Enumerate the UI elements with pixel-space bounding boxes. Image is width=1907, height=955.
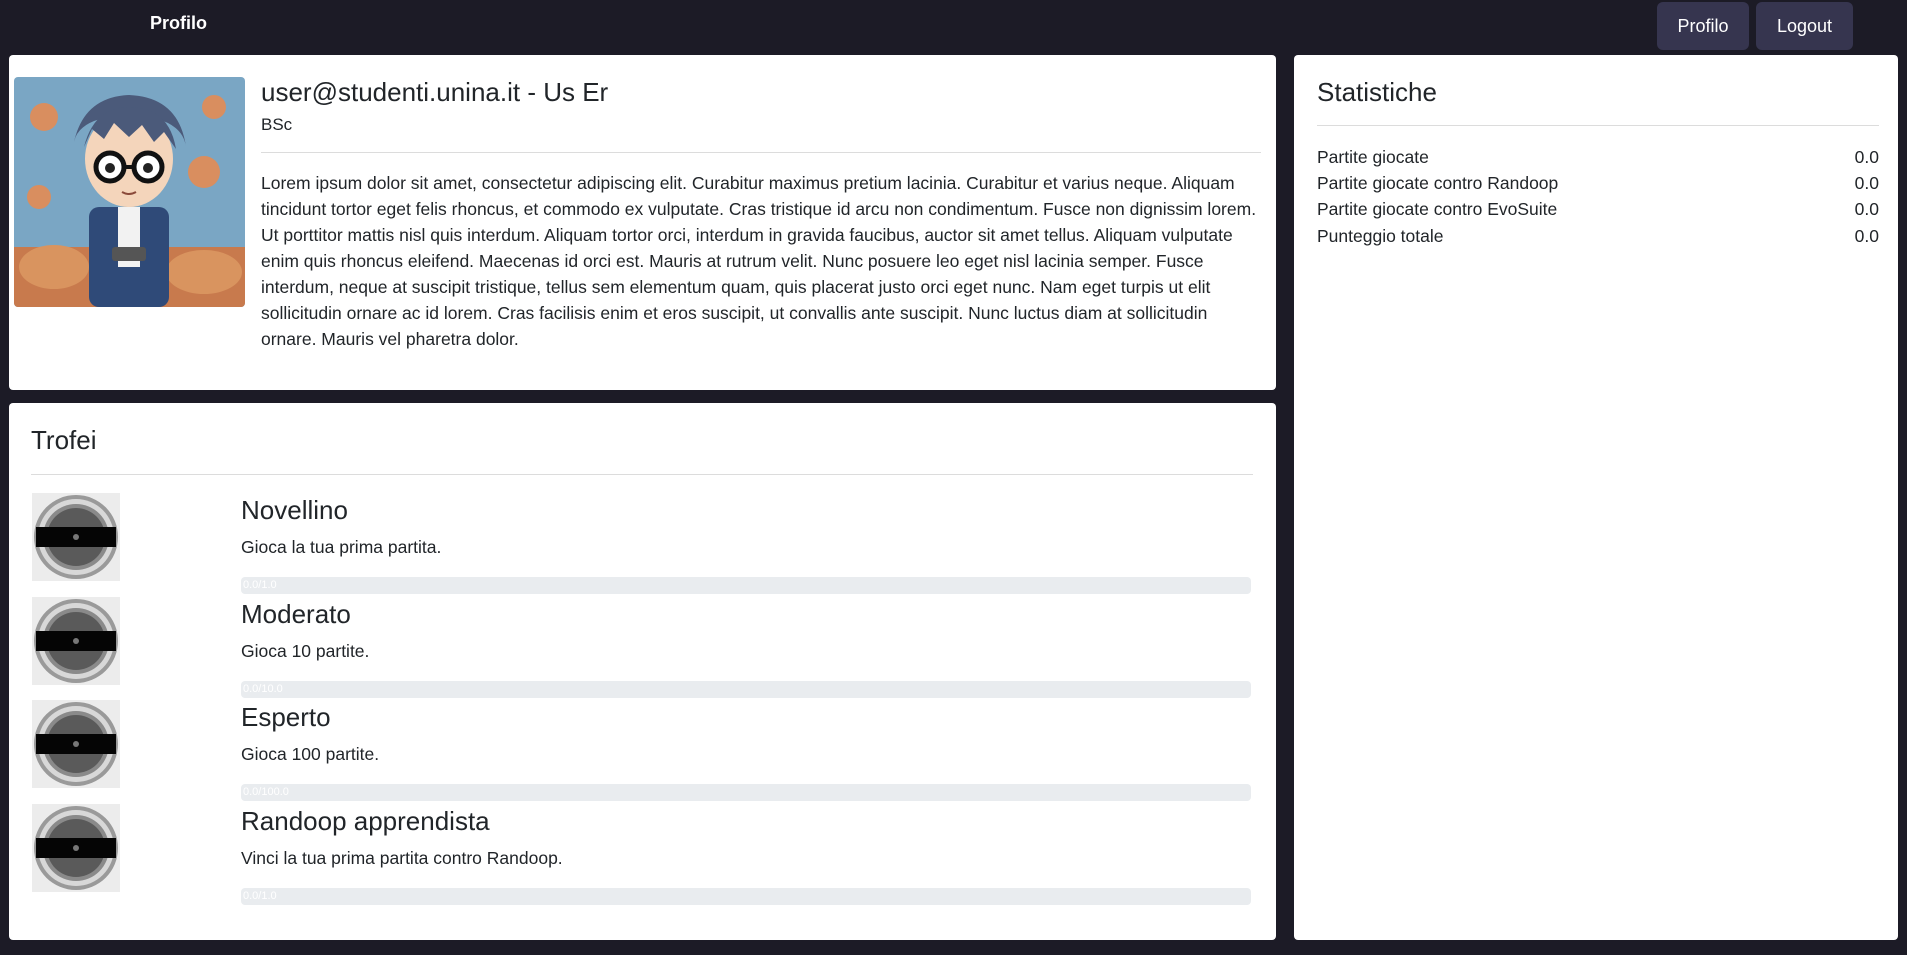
medal-icon [32,700,120,788]
stat-label: Partite giocate contro EvoSuite [1317,199,1558,219]
stat-label: Partite giocate [1317,147,1429,167]
navbar-brand[interactable]: Profilo [150,13,207,34]
user-title: user@studenti.unina.it - Us Er [261,77,609,107]
stats-title: Statistiche [1317,77,1437,107]
trophy-name: Novellino [241,495,348,525]
profile-button[interactable]: Profilo [1657,2,1749,50]
stat-row: Punteggio totale 0.0 [1317,226,1879,247]
trophy-item: Randoop apprendista Vinci la tua prima pa… [32,804,1262,908]
trophy-progress-bar: 0.0/1.0 [241,888,1251,905]
trophy-progress-label: 0.0/10.0 [243,683,283,695]
trophies-divider [31,474,1253,475]
trophy-progress-label: 0.0/1.0 [243,890,277,902]
stat-row: Partite giocate 0.0 [1317,147,1879,168]
logout-button[interactable]: Logout [1756,2,1853,50]
stat-value: 0.0 [1854,147,1879,167]
trophy-description: Vinci la tua prima partita contro Randoo… [241,848,563,868]
profile-divider [261,152,1261,153]
user-degree: BSc [261,115,293,134]
trophies-title: Trofei [31,425,97,455]
trophy-name: Moderato [241,599,351,629]
stat-value: 0.0 [1854,199,1879,219]
medal-icon [32,804,120,892]
stats-card: Statistiche Partite giocate 0.0 Partite … [1294,55,1898,940]
trophy-progress-bar: 0.0/10.0 [241,681,1251,698]
medal-icon [32,597,120,685]
user-bio: Lorem ipsum dolor sit amet, consectetur … [261,173,1257,349]
stat-value: 0.0 [1854,226,1879,246]
stat-value: 0.0 [1854,173,1879,193]
profile-card: user@studenti.unina.it - Us Er BSc Lorem… [9,55,1276,390]
stats-divider [1317,125,1879,126]
trophy-progress-bar: 0.0/1.0 [241,577,1251,594]
stat-label: Partite giocate contro Randoop [1317,173,1559,193]
trophy-progress-bar: 0.0/100.0 [241,784,1251,801]
trophy-description: Gioca 100 partite. [241,744,380,764]
trophy-name: Randoop apprendista [241,806,490,836]
medal-icon [32,493,120,581]
trophy-progress-label: 0.0/1.0 [243,579,277,591]
trophy-description: Gioca la tua prima partita. [241,537,442,557]
trophy-description: Gioca 10 partite. [241,641,370,661]
trophy-item: Esperto Gioca 100 partite. 0.0/100.0 [32,700,1262,804]
trophy-progress-label: 0.0/100.0 [243,786,289,798]
stat-row: Partite giocate contro EvoSuite 0.0 [1317,199,1879,220]
trophies-card: Trofei Novellino Gioca la tua prima parti… [9,403,1276,940]
trophy-item: Moderato Gioca 10 partite. 0.0/10.0 [32,597,1262,701]
top-navbar: Profilo Profilo Logout [0,0,1907,54]
avatar [14,77,245,307]
stat-label: Punteggio totale [1317,226,1444,246]
trophy-name: Esperto [241,702,331,732]
trophy-item: Novellino Gioca la tua prima partita. 0.0/… [32,493,1262,597]
stat-row: Partite giocate contro Randoop 0.0 [1317,173,1879,194]
